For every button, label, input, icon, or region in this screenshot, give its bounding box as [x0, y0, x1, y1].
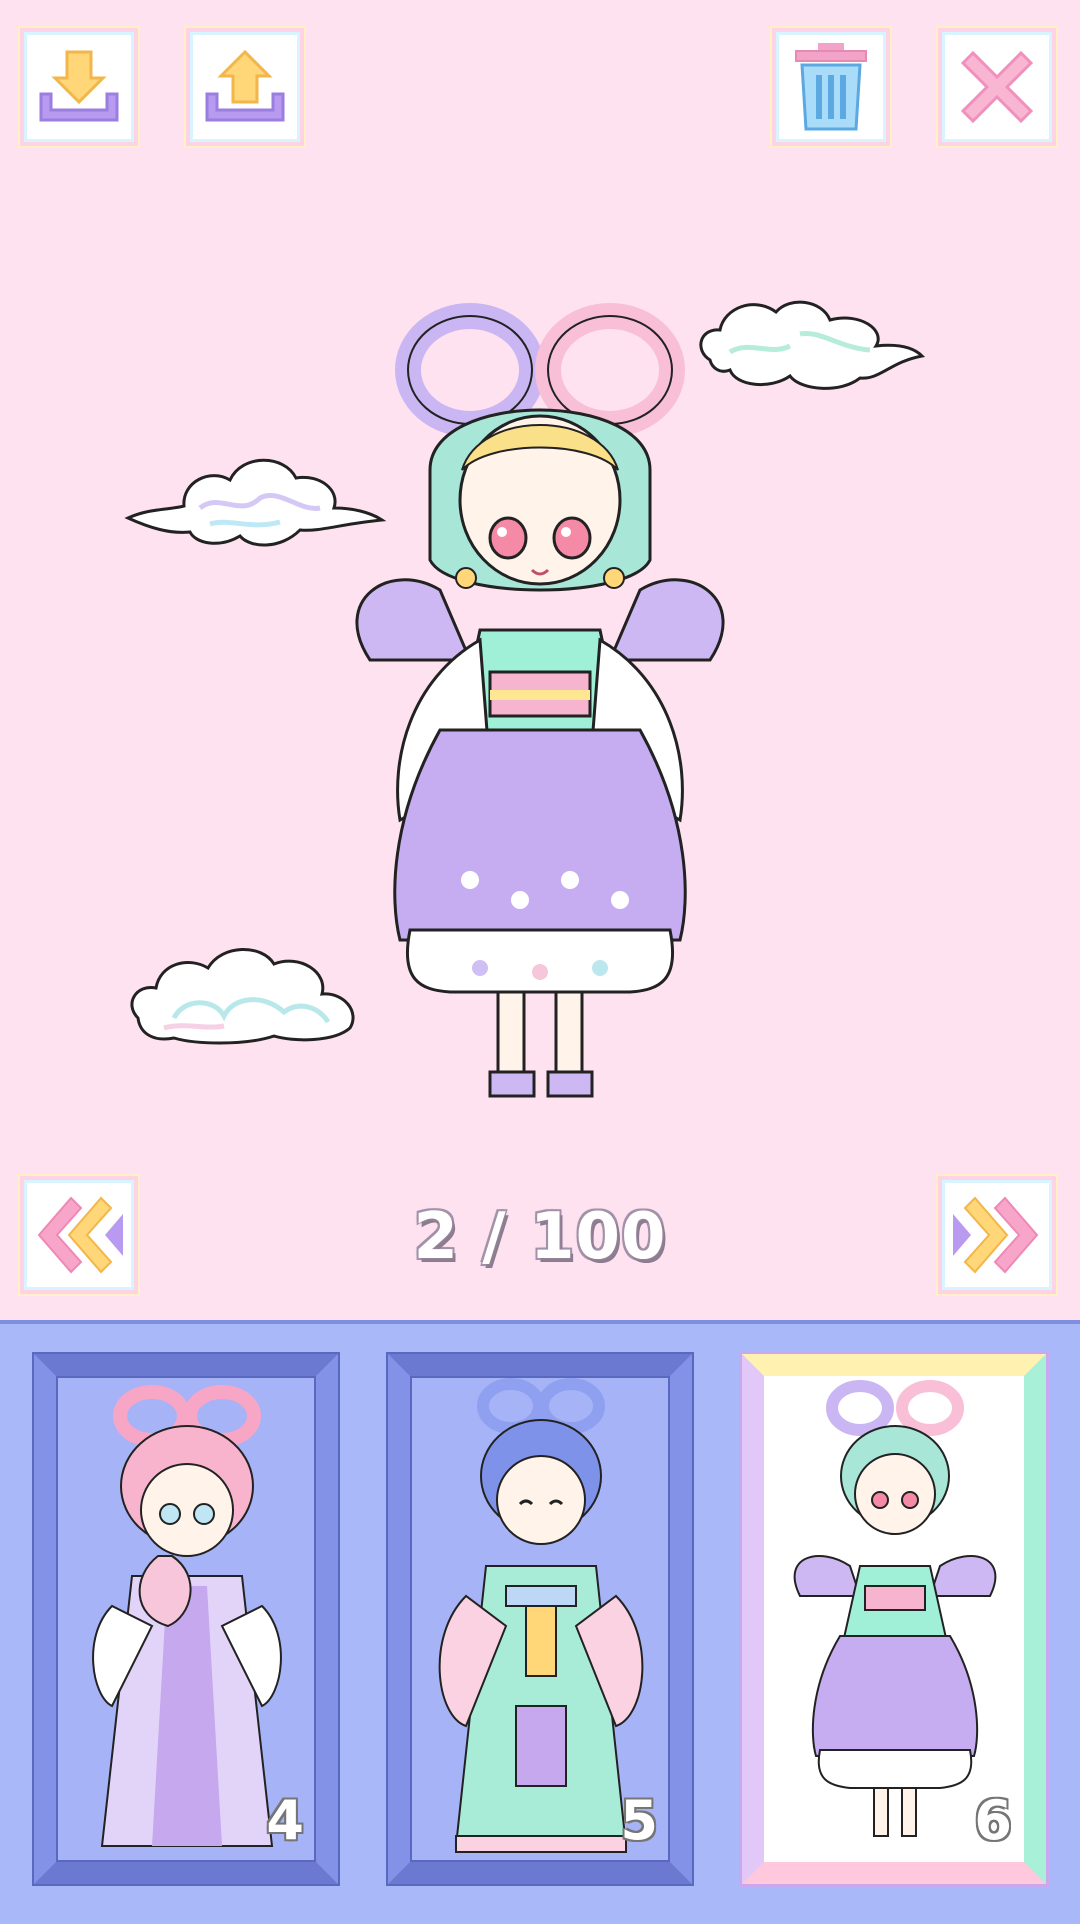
upload-arrow-icon — [205, 49, 285, 122]
double-chevron-right-icon — [953, 1196, 1039, 1274]
save-slot-6[interactable]: 6 — [739, 1351, 1049, 1887]
page-counter: 2 / 100 — [413, 1200, 667, 1274]
close-button[interactable] — [938, 28, 1056, 146]
upload-button[interactable] — [186, 28, 304, 146]
delete-button[interactable] — [772, 28, 890, 146]
cloud-bottom-left — [130, 948, 355, 1045]
trash-icon — [795, 43, 867, 131]
save-slot-5[interactable]: 5 — [386, 1352, 694, 1886]
slot-number: 4 — [266, 1789, 304, 1852]
slot-number: 5 — [620, 1789, 658, 1852]
slot-number: 6 — [974, 1789, 1012, 1852]
download-arrow-icon — [39, 50, 119, 122]
close-x-icon — [960, 50, 1034, 124]
character-preview — [355, 303, 725, 1098]
save-slot-4[interactable]: 4 — [32, 1352, 340, 1886]
download-button[interactable] — [20, 28, 138, 146]
character-stage: 2 / 100 — [0, 0, 1080, 1320]
next-button[interactable] — [938, 1176, 1056, 1294]
